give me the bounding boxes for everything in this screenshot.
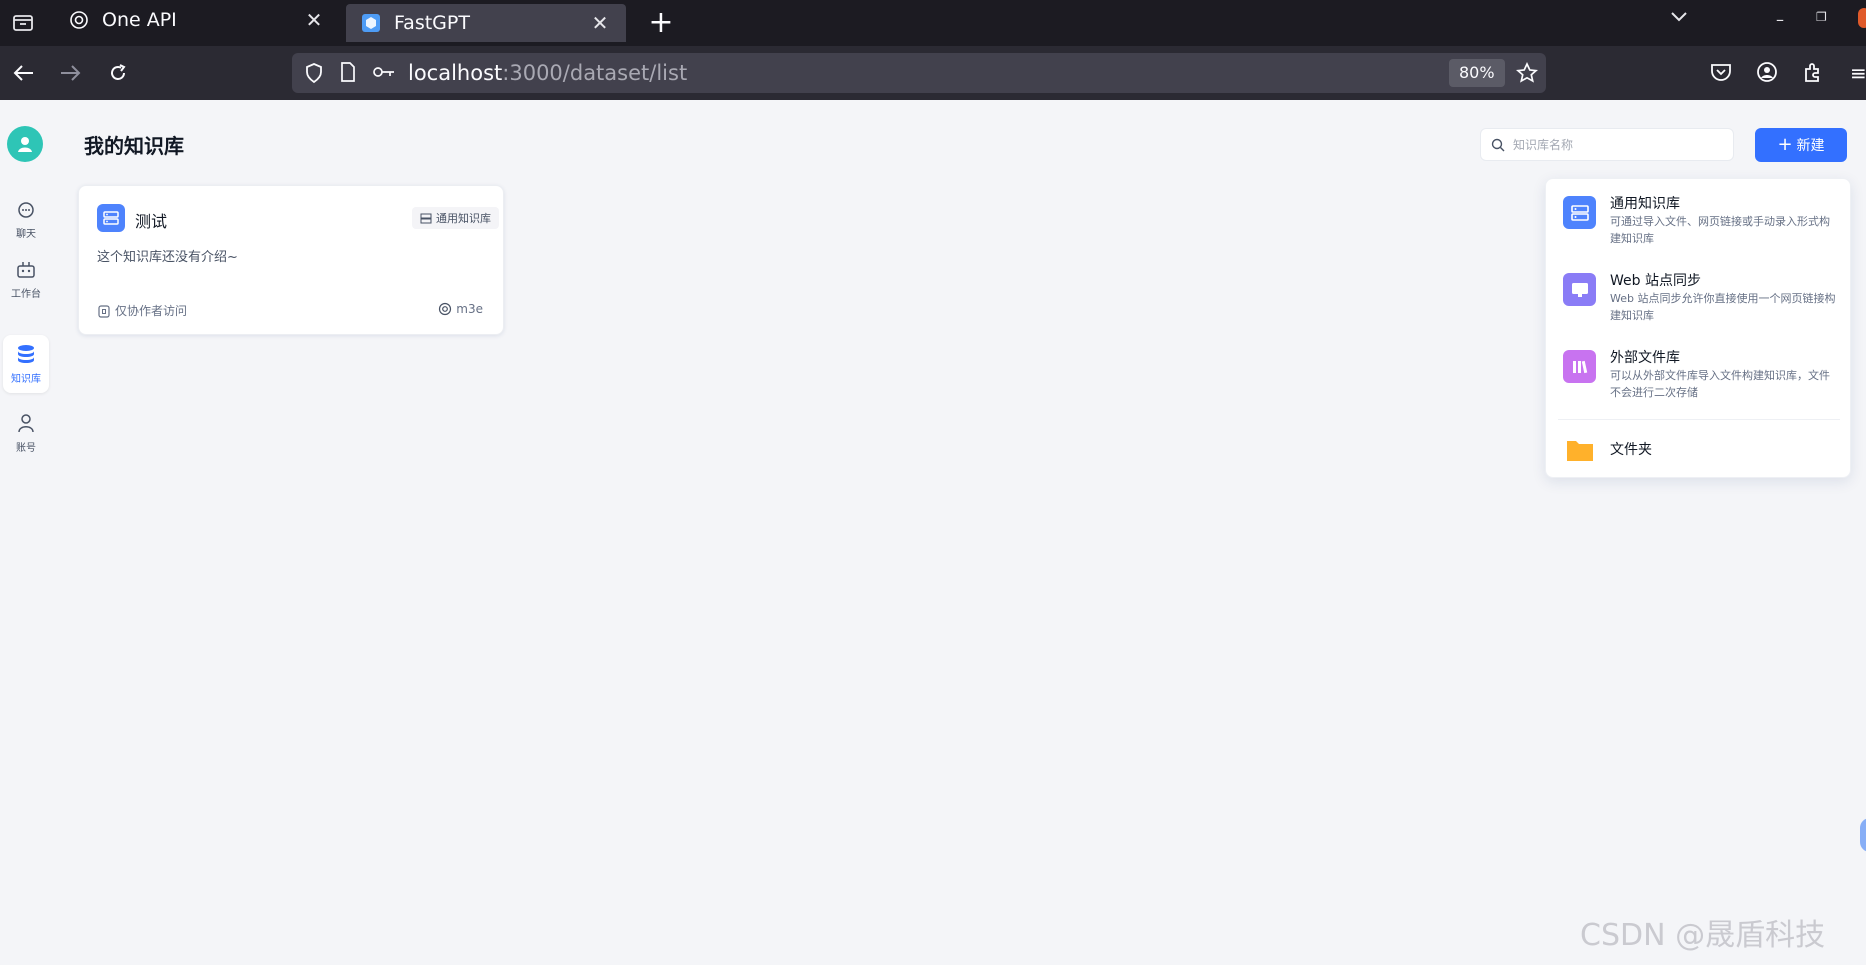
dataset-card[interactable]: 测试 通用知识库 这个知识库还没有介绍~ 仅协作者访问 m3e <box>78 185 504 335</box>
search-box[interactable] <box>1480 128 1734 161</box>
fastgpt-icon <box>360 12 382 34</box>
robot-icon <box>16 261 36 282</box>
forward-icon[interactable] <box>56 59 84 87</box>
menu-item-external-library[interactable]: 外部文件库 可以从外部文件库导入文件构建知识库，文件不会进行二次存储 <box>1546 333 1852 403</box>
folder-icon <box>1563 433 1596 466</box>
close-window-icon[interactable] <box>1858 8 1866 28</box>
search-icon <box>1491 138 1505 151</box>
lock-icon <box>98 304 110 318</box>
zoom-level[interactable]: 80% <box>1449 59 1505 87</box>
new-button-label: 新建 <box>1796 138 1825 154</box>
sidebar-item-label: 账号 <box>16 442 36 454</box>
close-icon[interactable]: ✕ <box>302 8 326 32</box>
menu-item-title: Web 站点同步 <box>1610 273 1701 289</box>
floating-help-button[interactable] <box>1860 818 1866 852</box>
menu-item-general-dataset[interactable]: 通用知识库 可通过导入文件、网页链接或手动录入形式构建知识库 <box>1546 179 1852 249</box>
page-icon[interactable] <box>340 62 356 86</box>
new-button[interactable]: + 新建 <box>1755 128 1847 162</box>
sidebar-item-label: 聊天 <box>16 228 36 240</box>
minimize-icon[interactable]: – <box>1776 10 1784 29</box>
monitor-icon <box>1563 273 1596 306</box>
menu-item-folder[interactable]: 文件夹 <box>1546 423 1852 473</box>
tab-label: One API <box>102 9 177 31</box>
sidebar-item-account[interactable]: 账号 <box>3 405 49 461</box>
menu-item-title: 外部文件库 <box>1610 350 1680 366</box>
dataset-type-badge: 通用知识库 <box>412 207 499 229</box>
key-icon[interactable] <box>372 63 396 85</box>
search-input[interactable] <box>1511 136 1715 153</box>
back-icon[interactable] <box>10 59 38 87</box>
bookmark-star-icon[interactable] <box>1515 61 1539 88</box>
url-path: :3000/dataset/list <box>502 61 688 85</box>
menu-divider <box>1558 419 1840 420</box>
menu-icon[interactable]: ≡ <box>1850 61 1866 85</box>
restore-icon[interactable]: ❐ <box>1816 10 1827 24</box>
dataset-type-icon <box>420 213 432 223</box>
menu-item-description: Web 站点同步允许你直接使用一个网页链接构建知识库 <box>1610 292 1836 322</box>
avatar[interactable] <box>7 126 43 162</box>
openai-icon <box>68 9 90 31</box>
reload-icon[interactable] <box>104 59 132 87</box>
url-text[interactable]: localhost:3000/dataset/list <box>408 61 687 85</box>
url-host: localhost <box>408 61 503 85</box>
dataset-icon <box>1563 196 1596 229</box>
url-bar[interactable]: localhost:3000/dataset/list 80% <box>292 53 1546 93</box>
openai-icon <box>439 302 452 316</box>
pocket-icon[interactable] <box>1710 62 1732 86</box>
tab-list-icon[interactable] <box>0 0 46 46</box>
menu-item-web-sync[interactable]: Web 站点同步 Web 站点同步允许你直接使用一个网页链接构建知识库 <box>1546 256 1852 326</box>
sidebar-item-chat[interactable]: 聊天 <box>3 192 49 248</box>
app-sidebar: 聊天 工作台 知识库 账号 <box>0 100 52 965</box>
database-icon <box>16 344 36 367</box>
menu-item-title: 文件夹 <box>1610 442 1652 458</box>
plus-icon: + <box>1777 134 1793 155</box>
library-icon <box>1563 350 1596 383</box>
model-label: m3e <box>456 302 483 316</box>
new-tab-button[interactable]: + <box>646 6 676 40</box>
page-title: 我的知识库 <box>84 134 184 158</box>
user-icon <box>16 413 36 436</box>
sidebar-item-label: 工作台 <box>11 288 41 300</box>
browser-tab-strip: One API ✕ FastGPT ✕ + – ❐ <box>0 0 1866 46</box>
menu-item-description: 可通过导入文件、网页链接或手动录入形式构建知识库 <box>1610 215 1830 245</box>
sidebar-item-workbench[interactable]: 工作台 <box>3 252 49 308</box>
permission-label: 仅协作者访问 <box>115 304 188 318</box>
dataset-icon <box>97 204 125 232</box>
close-icon[interactable]: ✕ <box>588 11 612 35</box>
create-menu: 通用知识库 可通过导入文件、网页链接或手动录入形式构建知识库 Web 站点同步 … <box>1545 178 1851 478</box>
tab-label: FastGPT <box>394 12 470 34</box>
model-info: m3e <box>438 302 483 316</box>
shield-icon[interactable] <box>304 62 324 88</box>
chat-icon <box>17 201 35 222</box>
sidebar-item-label: 知识库 <box>11 373 41 385</box>
browser-nav-bar: localhost:3000/dataset/list 80% ≡ <box>0 46 1866 100</box>
menu-item-title: 通用知识库 <box>1610 196 1680 212</box>
browser-tab-oneapi[interactable]: One API ✕ <box>54 0 340 40</box>
chevron-down-icon[interactable] <box>1670 8 1688 27</box>
dataset-name: 测试 <box>135 212 168 231</box>
browser-tab-fastgpt[interactable]: FastGPT ✕ <box>346 4 626 42</box>
extensions-icon[interactable] <box>1802 61 1824 87</box>
account-icon[interactable] <box>1756 61 1778 87</box>
sidebar-item-dataset[interactable]: 知识库 <box>3 335 49 393</box>
dataset-description: 这个知识库还没有介绍~ <box>97 250 238 265</box>
menu-item-description: 可以从外部文件库导入文件构建知识库，文件不会进行二次存储 <box>1610 369 1830 399</box>
permission-info: 仅协作者访问 <box>97 302 187 319</box>
watermark: CSDN @晟盾科技 <box>1580 918 1826 953</box>
dataset-type-label: 通用知识库 <box>436 212 491 225</box>
